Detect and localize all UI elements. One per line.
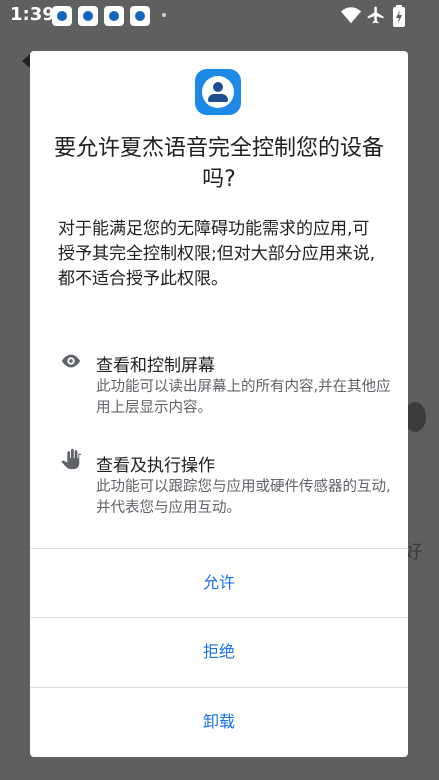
accessibility-permission-dialog: 要允许夏杰语音完全控制您的设备吗? 对于能满足您的无障碍功能需求的应用,可授予其… bbox=[30, 51, 408, 757]
status-time: 1:39 bbox=[10, 4, 55, 25]
airplane-icon bbox=[367, 6, 384, 24]
notification-dot-icon bbox=[162, 13, 166, 17]
permission-description-actions: 此功能可以跟踪您与应用或硬件传感器的互动,并代表您与应用互动。 bbox=[96, 479, 391, 516]
app-icon bbox=[195, 69, 241, 115]
deny-button[interactable]: 拒绝 bbox=[30, 618, 408, 686]
app-logo-mark bbox=[202, 76, 234, 108]
back-arrow-icon bbox=[22, 54, 30, 68]
paw-icon bbox=[78, 6, 98, 26]
battery-charging-icon bbox=[393, 5, 405, 27]
dialog-description: 对于能满足您的无障碍功能需求的应用,可授予其完全控制权限;但对大部分应用来说,都… bbox=[58, 219, 376, 289]
dialog-title: 要允许夏杰语音完全控制您的设备吗? bbox=[53, 136, 384, 192]
paw-icon bbox=[104, 6, 124, 26]
uninstall-button[interactable]: 卸载 bbox=[30, 688, 408, 756]
permission-description-view-control: 此功能可以读出屏幕上的所有内容,并在其他应用上层显示内容。 bbox=[96, 379, 391, 416]
allow-button[interactable]: 允许 bbox=[30, 549, 408, 617]
permission-title-actions: 查看及执行操作 bbox=[96, 456, 215, 476]
hand-icon bbox=[61, 448, 82, 470]
status-bar: 1:39 bbox=[0, 0, 439, 32]
paw-icon bbox=[52, 6, 72, 26]
wifi-icon bbox=[340, 7, 362, 24]
eye-icon bbox=[61, 354, 81, 368]
paw-icon bbox=[130, 6, 150, 26]
permission-title-view-control: 查看和控制屏幕 bbox=[96, 356, 215, 376]
